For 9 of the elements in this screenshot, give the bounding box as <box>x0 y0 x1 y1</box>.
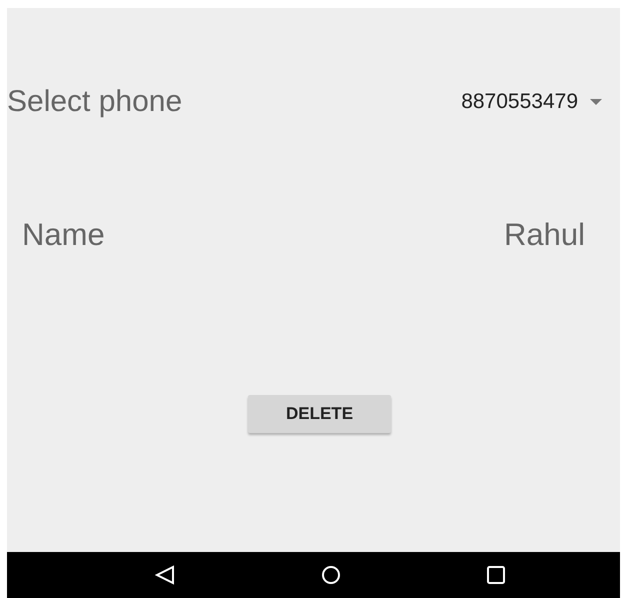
home-icon[interactable] <box>321 565 341 585</box>
name-label: Name <box>22 217 105 253</box>
delete-button[interactable]: DELETE <box>248 395 391 433</box>
caret-icon <box>590 99 602 105</box>
phone-label: Select phone <box>7 85 182 119</box>
recents-icon[interactable] <box>487 566 505 584</box>
phone-dropdown[interactable]: 8870553479 <box>461 90 602 114</box>
name-value: Rahul <box>504 217 585 253</box>
back-icon[interactable] <box>155 565 175 585</box>
